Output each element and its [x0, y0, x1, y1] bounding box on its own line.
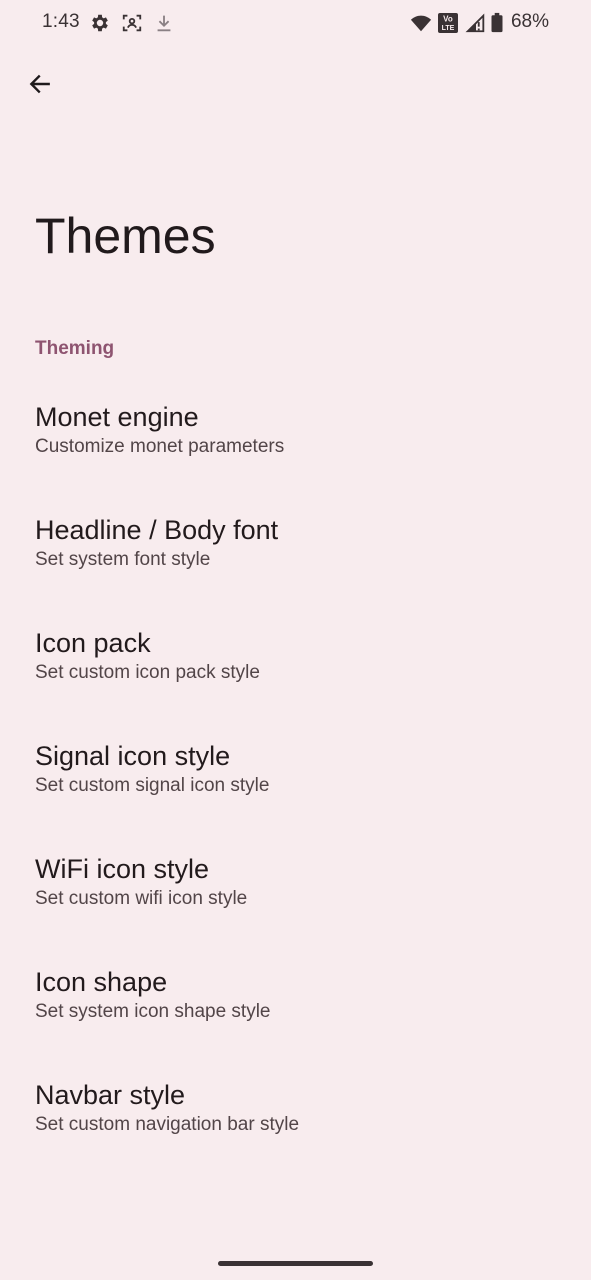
pref-headline-body-font[interactable]: Headline / Body font Set system font sty…	[0, 491, 591, 604]
pref-icon-pack[interactable]: Icon pack Set custom icon pack style	[0, 604, 591, 717]
pref-summary: Set system font style	[35, 549, 211, 570]
pref-wifi-icon-style[interactable]: WiFi icon style Set custom wifi icon sty…	[0, 830, 591, 943]
arrow-left-icon	[27, 71, 53, 97]
face-scan-icon	[121, 12, 143, 34]
status-bar: 1:43 Vo LTE 68%	[0, 0, 591, 46]
preference-list: Monet engine Customize monet parameters …	[0, 378, 591, 1169]
pref-summary: Set custom navigation bar style	[35, 1114, 300, 1135]
battery-icon	[489, 12, 505, 34]
pref-summary: Set custom icon pack style	[35, 662, 260, 683]
pref-monet-engine[interactable]: Monet engine Customize monet parameters	[0, 378, 591, 491]
back-button[interactable]	[20, 64, 60, 104]
gear-icon	[89, 12, 111, 34]
volte-top-text: Vo	[443, 15, 453, 24]
pref-title: Icon shape	[35, 967, 168, 997]
pref-summary: Set custom wifi icon style	[35, 888, 248, 909]
section-header-theming: Theming	[35, 338, 115, 359]
pref-summary: Customize monet parameters	[35, 436, 285, 457]
status-time: 1:43	[42, 11, 80, 32]
pref-title: Headline / Body font	[35, 515, 279, 545]
page-title: Themes	[35, 208, 216, 264]
pref-title: Monet engine	[35, 402, 199, 432]
pref-summary: Set system icon shape style	[35, 1001, 271, 1022]
pref-navbar-style[interactable]: Navbar style Set custom navigation bar s…	[0, 1056, 591, 1169]
volte-bottom-text: LTE	[442, 25, 455, 32]
pref-title: Icon pack	[35, 628, 151, 658]
battery-percent: 68%	[510, 11, 549, 32]
wifi-icon	[410, 12, 432, 34]
pref-title: WiFi icon style	[35, 854, 210, 884]
pref-summary: Set custom signal icon style	[35, 775, 270, 796]
volte-icon: Vo LTE	[437, 12, 459, 34]
pref-icon-shape[interactable]: Icon shape Set system icon shape style	[0, 943, 591, 1056]
pref-title: Navbar style	[35, 1080, 186, 1110]
home-indicator[interactable]	[218, 1261, 373, 1266]
download-icon	[153, 12, 175, 34]
pref-signal-icon-style[interactable]: Signal icon style Set custom signal icon…	[0, 717, 591, 830]
pref-title: Signal icon style	[35, 741, 231, 771]
signal-icon	[465, 12, 487, 34]
